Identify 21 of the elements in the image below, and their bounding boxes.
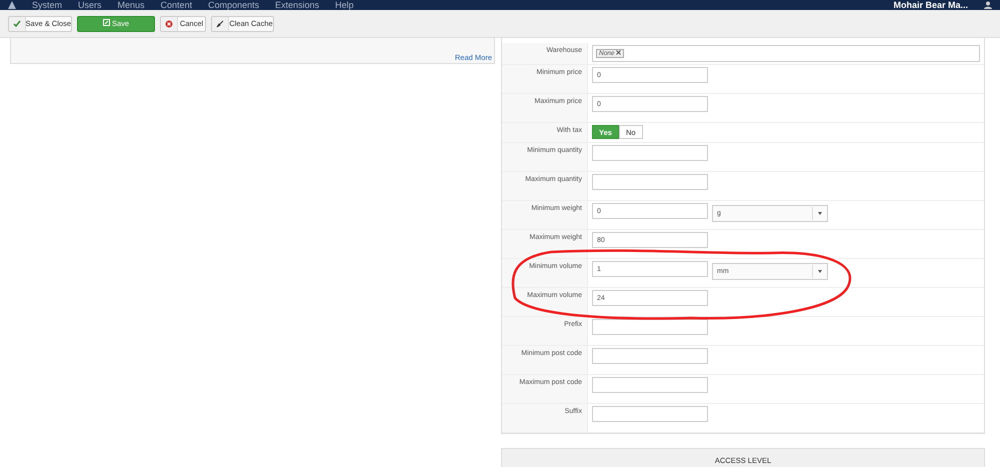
edit-icon — [102, 19, 110, 26]
menu-item[interactable]: Help — [335, 0, 354, 10]
caret-icon — [818, 270, 822, 273]
user-icon[interactable] — [984, 1, 992, 9]
input-field[interactable] — [592, 319, 708, 335]
input-field[interactable] — [592, 348, 708, 364]
remove-icon[interactable] — [616, 50, 622, 55]
menu-item[interactable]: System — [32, 0, 62, 10]
menu-item[interactable]: Menus — [118, 0, 145, 10]
menu-item[interactable]: Extensions — [275, 0, 320, 10]
cancel-icon — [165, 20, 173, 28]
menu-item[interactable]: Components — [208, 0, 260, 10]
input-field[interactable] — [592, 145, 708, 161]
input-field[interactable] — [592, 174, 708, 190]
menu-item[interactable]: Content — [160, 0, 192, 10]
input-field[interactable] — [592, 406, 708, 422]
site-name-link[interactable]: Mohair Bear Ma... — [893, 0, 968, 10]
input-field[interactable] — [592, 377, 708, 393]
check-icon — [12, 20, 21, 28]
caret-icon — [818, 212, 822, 215]
menu-item[interactable]: Users — [78, 0, 102, 10]
